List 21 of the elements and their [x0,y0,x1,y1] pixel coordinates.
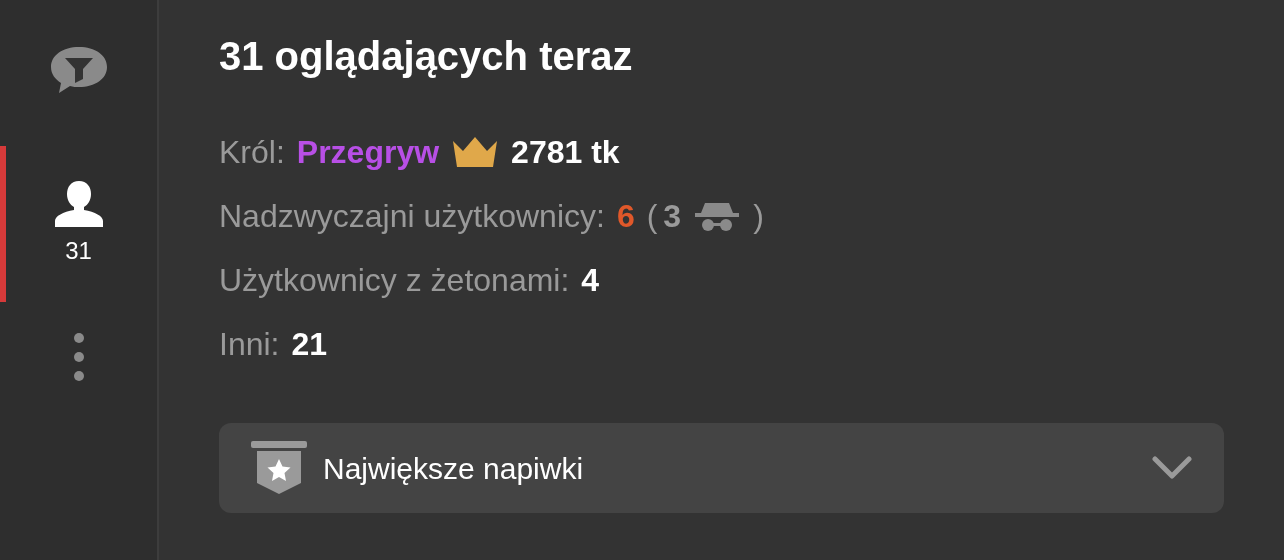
sidebar-tab[interactable]: 31 [0,146,157,302]
viewer-count: 31 [65,236,92,266]
hidden-count: 3 [663,197,682,236]
dropdown-label: Największe napiwki [323,450,585,487]
stat-label: Użytkownicy z żetonami: [219,261,570,300]
stat-value: 4 [581,261,600,300]
stat-value: 6 [616,197,635,236]
stat-label: Inni: [219,325,280,364]
chat-filter-icon [48,45,109,95]
more-icon [72,332,85,382]
king-label: Król: [219,133,285,172]
star-badge-icon [251,441,307,495]
close-paren: ) [753,197,764,236]
top-tips-dropdown[interactable]: Największe napiwki [219,423,1224,513]
crown-icon [451,135,500,169]
viewers-title: 31 oglądających teraz [219,33,634,80]
open-paren: ( [646,197,658,236]
king-tokens: 2781 tk [511,133,620,172]
stat-label: Nadzwyczajni użytkownicy: [219,197,605,236]
stat-value: 21 [291,325,328,364]
user-icon [52,179,105,227]
